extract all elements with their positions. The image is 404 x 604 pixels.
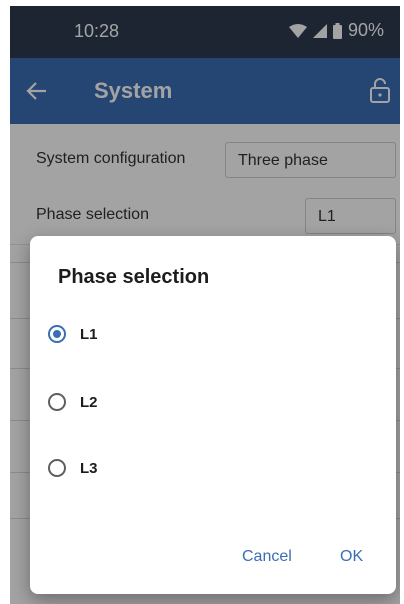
ok-button[interactable]: OK [332, 542, 371, 572]
phase-selection-dialog: Phase selection L1 L2 L3 Cancel OK [30, 236, 396, 594]
radio-option-l3[interactable]: L3 [48, 446, 368, 490]
phone-screen: 10:28 90% System System configuration Th… [10, 6, 400, 604]
option-label: L3 [80, 459, 98, 477]
dialog-title: Phase selection [58, 266, 210, 288]
option-label: L1 [80, 325, 98, 343]
cancel-button[interactable]: Cancel [234, 542, 300, 572]
radio-button-checked[interactable] [48, 325, 66, 343]
radio-button[interactable] [48, 459, 66, 477]
option-label: L2 [80, 393, 98, 411]
radio-option-l1[interactable]: L1 [48, 312, 368, 356]
radio-option-l2[interactable]: L2 [48, 380, 368, 424]
radio-button[interactable] [48, 393, 66, 411]
